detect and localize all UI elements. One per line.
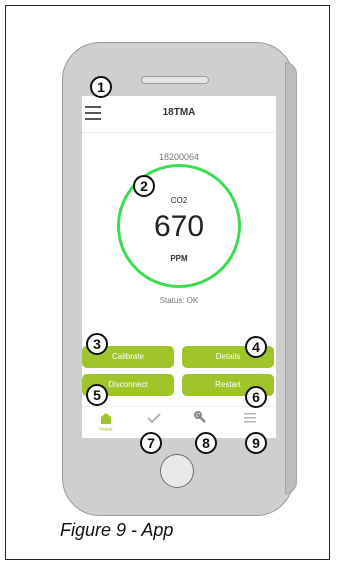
phone-speaker — [141, 76, 209, 84]
app-screen: 18TMA 18200064 CO2 670 PPM Status: OK Ca… — [82, 96, 276, 438]
wrench-icon — [194, 411, 206, 423]
callout-2: 2 — [133, 175, 155, 197]
callout-6: 6 — [245, 386, 267, 408]
callout-1: 1 — [90, 76, 112, 98]
figure-caption: Figure 9 - App — [60, 520, 174, 540]
callout-9: 9 — [245, 432, 267, 454]
callout-7: 7 — [140, 432, 162, 454]
unit-label: PPM — [170, 254, 188, 263]
status-text: Status: OK — [159, 296, 199, 305]
home-icon — [101, 413, 111, 424]
page-title: 18TMA — [162, 107, 196, 118]
callout-8: 8 — [195, 432, 217, 454]
callout-4: 4 — [245, 336, 267, 358]
callout-3: 3 — [86, 333, 108, 355]
tab-home-label: Home — [99, 427, 113, 433]
tab-home[interactable]: Home — [82, 409, 130, 437]
phone-side-edge — [285, 62, 297, 494]
tab-bar: Home — [82, 406, 276, 438]
gas-label: CO2 — [170, 196, 188, 205]
top-bar: 18TMA — [82, 96, 276, 133]
reading-value: 670 — [153, 210, 205, 243]
phone-home-button[interactable] — [160, 454, 194, 488]
device-id: 18200064 — [158, 152, 200, 162]
checkmark-icon — [147, 413, 161, 424]
callout-5: 5 — [86, 384, 108, 406]
list-icon — [244, 413, 256, 423]
